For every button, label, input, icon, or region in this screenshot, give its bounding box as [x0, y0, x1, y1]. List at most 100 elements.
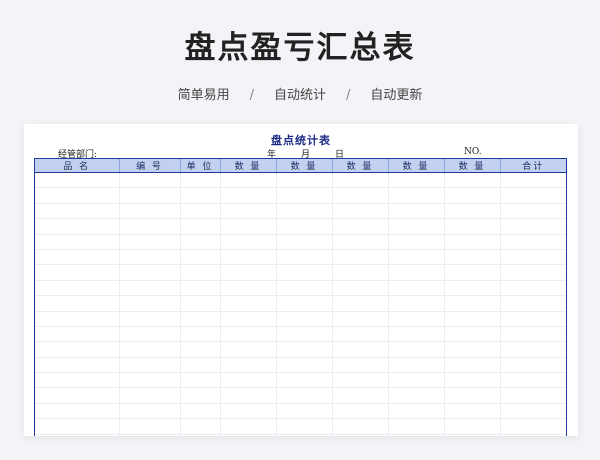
table-cell[interactable] [118, 357, 180, 374]
table-cell[interactable] [35, 418, 119, 435]
table-cell[interactable] [443, 372, 500, 389]
table-cell[interactable] [331, 357, 388, 374]
table-cell[interactable] [387, 280, 444, 297]
table-cell[interactable] [179, 264, 220, 281]
table-cell[interactable] [118, 234, 180, 250]
table-cell[interactable] [499, 387, 566, 404]
table-cell[interactable] [275, 218, 332, 235]
table-cell[interactable] [331, 203, 388, 220]
table-cell[interactable] [219, 326, 276, 343]
table-cell[interactable] [331, 187, 388, 204]
table-cell[interactable] [499, 403, 566, 420]
table-cell[interactable] [499, 280, 566, 297]
table-cell[interactable] [35, 326, 119, 343]
table-cell[interactable] [275, 203, 332, 220]
table-cell[interactable] [443, 341, 500, 358]
table-cell[interactable] [219, 311, 276, 327]
table-cell[interactable] [219, 295, 276, 312]
table-cell[interactable] [387, 434, 444, 436]
table-cell[interactable] [179, 357, 220, 374]
table-cell[interactable] [443, 280, 500, 297]
table-cell[interactable] [219, 341, 276, 358]
table-cell[interactable] [275, 434, 332, 436]
table-cell[interactable] [118, 187, 180, 204]
table-cell[interactable] [443, 357, 500, 374]
table-cell[interactable] [387, 326, 444, 343]
table-cell[interactable] [219, 418, 276, 435]
table-cell[interactable] [179, 311, 220, 327]
table-cell[interactable] [331, 295, 388, 312]
table-cell[interactable] [219, 203, 276, 220]
table-cell[interactable] [219, 372, 276, 389]
table-cell[interactable] [118, 434, 180, 436]
table-cell[interactable] [499, 172, 566, 189]
table-cell[interactable] [387, 264, 444, 281]
table-cell[interactable] [443, 418, 500, 435]
table-cell[interactable] [443, 249, 500, 266]
table-cell[interactable] [179, 218, 220, 235]
table-cell[interactable] [179, 341, 220, 358]
table-cell[interactable] [499, 187, 566, 204]
table-cell[interactable] [35, 403, 119, 420]
table-cell[interactable] [35, 249, 119, 266]
table-cell[interactable] [35, 280, 119, 297]
table-cell[interactable] [118, 203, 180, 220]
table-cell[interactable] [275, 357, 332, 374]
table-cell[interactable] [219, 249, 276, 266]
table-cell[interactable] [118, 249, 180, 266]
table-cell[interactable] [118, 387, 180, 404]
table-cell[interactable] [331, 264, 388, 281]
table-cell[interactable] [443, 264, 500, 281]
table-cell[interactable] [35, 187, 119, 204]
table-cell[interactable] [331, 311, 388, 327]
table-cell[interactable] [179, 234, 220, 250]
table-cell[interactable] [275, 372, 332, 389]
table-cell[interactable] [275, 172, 332, 189]
table-cell[interactable] [443, 403, 500, 420]
table-cell[interactable] [331, 434, 388, 436]
table-cell[interactable] [499, 341, 566, 358]
table-cell[interactable] [331, 249, 388, 266]
table-cell[interactable] [118, 264, 180, 281]
table-cell[interactable] [387, 341, 444, 358]
table-cell[interactable] [35, 372, 119, 389]
table-cell[interactable] [118, 280, 180, 297]
table-cell[interactable] [387, 172, 444, 189]
table-cell[interactable] [219, 434, 276, 436]
table-cell[interactable] [499, 295, 566, 312]
table-cell[interactable] [331, 341, 388, 358]
table-cell[interactable] [443, 387, 500, 404]
table-cell[interactable] [499, 372, 566, 389]
table-cell[interactable] [275, 264, 332, 281]
table-cell[interactable] [219, 280, 276, 297]
table-cell[interactable] [499, 326, 566, 343]
table-cell[interactable] [331, 218, 388, 235]
table-cell[interactable] [35, 172, 119, 189]
table-cell[interactable] [331, 234, 388, 250]
table-cell[interactable] [275, 187, 332, 204]
table-cell[interactable] [331, 403, 388, 420]
table-cell[interactable] [179, 387, 220, 404]
table-cell[interactable] [331, 172, 388, 189]
table-cell[interactable] [118, 403, 180, 420]
table-cell[interactable] [179, 295, 220, 312]
table-cell[interactable] [387, 311, 444, 327]
table-cell[interactable] [179, 434, 220, 436]
table-cell[interactable] [219, 403, 276, 420]
table-cell[interactable] [35, 311, 119, 327]
table-cell[interactable] [219, 357, 276, 374]
table-cell[interactable] [275, 326, 332, 343]
table-cell[interactable] [387, 357, 444, 374]
table-cell[interactable] [35, 341, 119, 358]
table-cell[interactable] [219, 172, 276, 189]
table-cell[interactable] [499, 418, 566, 435]
table-cell[interactable] [443, 187, 500, 204]
table-cell[interactable] [443, 203, 500, 220]
table-cell[interactable] [35, 387, 119, 404]
table-cell[interactable] [118, 372, 180, 389]
table-cell[interactable] [179, 418, 220, 435]
table-cell[interactable] [35, 295, 119, 312]
table-cell[interactable] [179, 280, 220, 297]
table-cell[interactable] [35, 203, 119, 220]
table-cell[interactable] [275, 418, 332, 435]
